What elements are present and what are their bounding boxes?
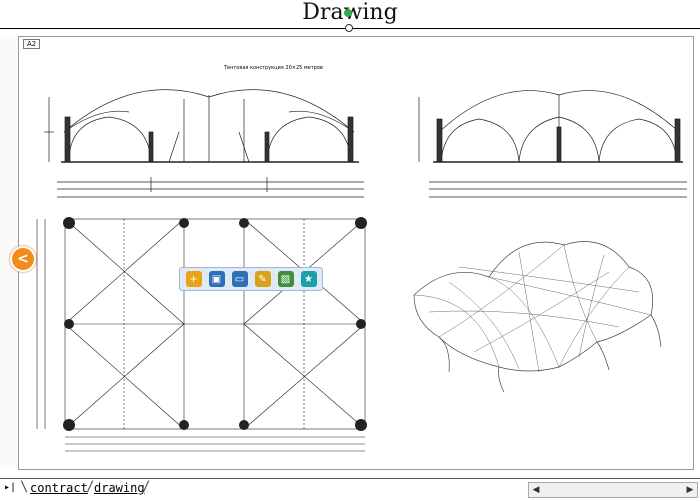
horizontal-scrollbar[interactable]: ◀ ▶ [528, 482, 698, 498]
selection-handle[interactable] [345, 24, 353, 32]
monitor-icon: ▭ [234, 273, 245, 285]
bookmark-button[interactable]: ★ [300, 271, 317, 287]
tab-separator: / [142, 479, 151, 495]
add-button[interactable]: + [185, 271, 202, 287]
scroll-right-icon[interactable]: ▶ [683, 483, 697, 497]
bookmark-icon: ★ [304, 273, 313, 285]
paint-icon: ✎ [258, 273, 267, 285]
floating-toolbar: + ▣ ▭ ✎ ▨ ★ [179, 267, 323, 291]
tab-contract[interactable]: contract [30, 481, 88, 495]
prev-page-button[interactable]: < [10, 246, 36, 272]
sheet-tab-bar: ▸| \ contract / drawing / ◀ ▶ [0, 478, 700, 501]
monitor-button[interactable]: ▭ [231, 271, 248, 287]
save-icon: ▣ [211, 273, 222, 285]
text-cursor-marker [344, 9, 352, 17]
tab-drawing[interactable]: drawing [94, 481, 145, 495]
drawing-page: A2 Тентовая конструкция 20×25 метров + ▣… [18, 36, 694, 470]
drawing-caption: Тентовая конструкция 20×25 метров [223, 65, 323, 71]
add-icon: + [189, 273, 198, 285]
paint-button[interactable]: ✎ [254, 271, 271, 287]
plan-view [36, 217, 367, 452]
save-button[interactable]: ▣ [208, 271, 225, 287]
image-button[interactable]: ▨ [277, 271, 294, 287]
tab-separator: \ [20, 479, 29, 495]
elevation-left [44, 89, 364, 198]
scroll-left-icon[interactable]: ◀ [529, 483, 543, 497]
technical-drawing: Тентовая конструкция 20×25 метров [36, 65, 687, 452]
image-icon: ▨ [280, 273, 291, 285]
tab-nav-icon[interactable]: ▸| [4, 482, 16, 493]
elevation-right [418, 90, 687, 198]
mesh-3d-view [413, 241, 662, 393]
